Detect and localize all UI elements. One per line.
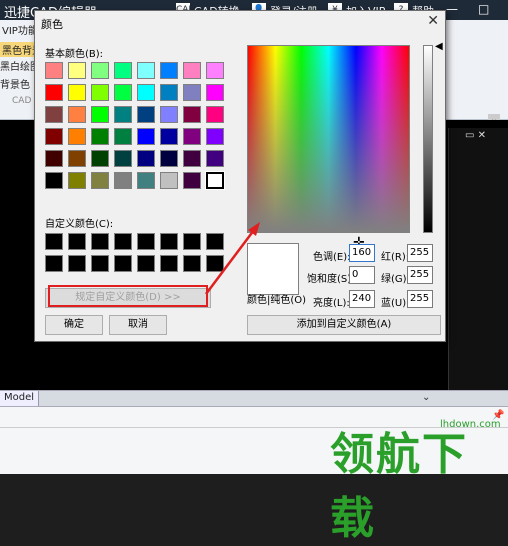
basic-color-swatch[interactable] [206, 128, 224, 145]
custom-color-swatch[interactable] [160, 233, 178, 250]
custom-color-grid [45, 233, 224, 272]
panel-window-icons[interactable]: ▭ ✕ [465, 130, 486, 141]
basic-color-swatch[interactable] [206, 62, 224, 79]
ribbon-group-label: CAD [12, 96, 32, 106]
maximize-button[interactable]: □ [478, 2, 489, 16]
green-label: 绿(G): [381, 274, 410, 285]
basic-color-swatch[interactable] [183, 128, 201, 145]
basic-color-swatch[interactable] [68, 84, 86, 101]
basic-color-swatch[interactable] [114, 62, 132, 79]
custom-color-swatch[interactable] [183, 233, 201, 250]
basic-color-swatch[interactable] [68, 172, 86, 189]
basic-color-grid [45, 62, 225, 190]
close-icon[interactable]: ✕ [427, 13, 439, 29]
basic-color-swatch[interactable] [114, 84, 132, 101]
basic-color-swatch[interactable] [68, 150, 86, 167]
basic-color-swatch[interactable] [205, 171, 225, 190]
basic-color-swatch[interactable] [68, 106, 86, 123]
basic-color-swatch[interactable] [91, 62, 109, 79]
basic-color-swatch[interactable] [45, 106, 63, 123]
hue-input[interactable]: 160 [349, 244, 375, 262]
basic-color-swatch[interactable] [91, 172, 109, 189]
custom-color-swatch[interactable] [68, 255, 86, 272]
basic-color-swatch[interactable] [114, 172, 132, 189]
basic-color-swatch[interactable] [183, 62, 201, 79]
basic-color-swatch[interactable] [91, 84, 109, 101]
custom-color-swatch[interactable] [45, 233, 63, 250]
custom-color-swatch[interactable] [91, 255, 109, 272]
color-spectrum[interactable] [247, 45, 410, 233]
basic-color-swatch[interactable] [206, 150, 224, 167]
luminance-arrow-icon[interactable]: ◀ [435, 41, 443, 52]
custom-color-swatch[interactable] [91, 233, 109, 250]
green-input[interactable]: 255 [407, 266, 433, 284]
basic-color-swatch[interactable] [45, 172, 63, 189]
red-label: 红(R): [381, 252, 410, 263]
basic-color-swatch[interactable] [160, 84, 178, 101]
basic-color-swatch[interactable] [137, 150, 155, 167]
cancel-button[interactable]: 取消 [109, 315, 167, 335]
custom-color-swatch[interactable] [114, 233, 132, 250]
basic-color-swatch[interactable] [45, 150, 63, 167]
saturation-input[interactable]: 0 [349, 266, 375, 284]
basic-color-swatch[interactable] [183, 150, 201, 167]
basic-color-swatch[interactable] [160, 62, 178, 79]
ribbon-bg-color[interactable]: 背景色 [0, 76, 30, 91]
basic-color-swatch[interactable] [137, 106, 155, 123]
basic-color-swatch[interactable] [68, 128, 86, 145]
model-tab[interactable]: Model [0, 391, 40, 406]
scroll-down-icon[interactable]: ⌄ [422, 392, 430, 403]
basic-color-swatch[interactable] [91, 106, 109, 123]
basic-color-swatch[interactable] [114, 106, 132, 123]
blue-label: 蓝(U): [381, 298, 410, 309]
custom-color-swatch[interactable] [114, 255, 132, 272]
basic-color-swatch[interactable] [45, 128, 63, 145]
basic-color-swatch[interactable] [137, 172, 155, 189]
basic-color-swatch[interactable] [183, 84, 201, 101]
custom-color-swatch[interactable] [45, 255, 63, 272]
custom-color-swatch[interactable] [137, 233, 155, 250]
basic-color-swatch[interactable] [91, 150, 109, 167]
ok-button[interactable]: 确定 [45, 315, 103, 335]
annotation-highlight-box [48, 285, 208, 307]
basic-color-swatch[interactable] [160, 128, 178, 145]
custom-color-swatch[interactable] [183, 255, 201, 272]
basic-color-swatch[interactable] [183, 172, 201, 189]
vip-features-tab[interactable]: VIP功能 [2, 22, 38, 37]
add-to-custom-colors-button[interactable]: 添加到自定义颜色(A) [247, 315, 441, 335]
basic-color-swatch[interactable] [45, 62, 63, 79]
red-input[interactable]: 255 [407, 244, 433, 262]
status-bar: Model ⌄ [0, 390, 508, 406]
basic-colors-label: 基本颜色(B): [45, 49, 104, 60]
basic-color-swatch[interactable] [137, 62, 155, 79]
luminance-input[interactable]: 240 [349, 290, 375, 308]
saturation-label: 饱和度(S): [307, 274, 355, 285]
basic-color-swatch[interactable] [114, 128, 132, 145]
basic-color-swatch[interactable] [91, 128, 109, 145]
basic-color-swatch[interactable] [68, 62, 86, 79]
basic-color-swatch[interactable] [137, 128, 155, 145]
basic-color-swatch[interactable] [45, 84, 63, 101]
custom-color-swatch[interactable] [160, 255, 178, 272]
blue-input[interactable]: 255 [407, 290, 433, 308]
custom-color-swatch[interactable] [68, 233, 86, 250]
basic-color-swatch[interactable] [114, 150, 132, 167]
basic-color-swatch[interactable] [137, 84, 155, 101]
basic-color-swatch[interactable] [206, 84, 224, 101]
luminance-slider[interactable] [423, 45, 433, 233]
minimize-button[interactable]: — [446, 2, 458, 16]
custom-color-swatch[interactable] [137, 255, 155, 272]
annotation-arrow-icon [205, 222, 260, 295]
hue-label: 色调(E): [313, 252, 351, 263]
basic-color-swatch[interactable] [160, 150, 178, 167]
basic-color-swatch[interactable] [160, 172, 178, 189]
luminance-label: 亮度(L): [313, 298, 350, 309]
custom-colors-label: 自定义颜色(C): [45, 219, 114, 230]
basic-color-swatch[interactable] [160, 106, 178, 123]
basic-color-swatch[interactable] [206, 106, 224, 123]
watermark-logo: 领航下载 [330, 429, 468, 544]
basic-color-swatch[interactable] [183, 106, 201, 123]
drawing-side-panel: ▭ ✕ [448, 128, 508, 390]
dialog-title: 颜色 [41, 18, 63, 31]
